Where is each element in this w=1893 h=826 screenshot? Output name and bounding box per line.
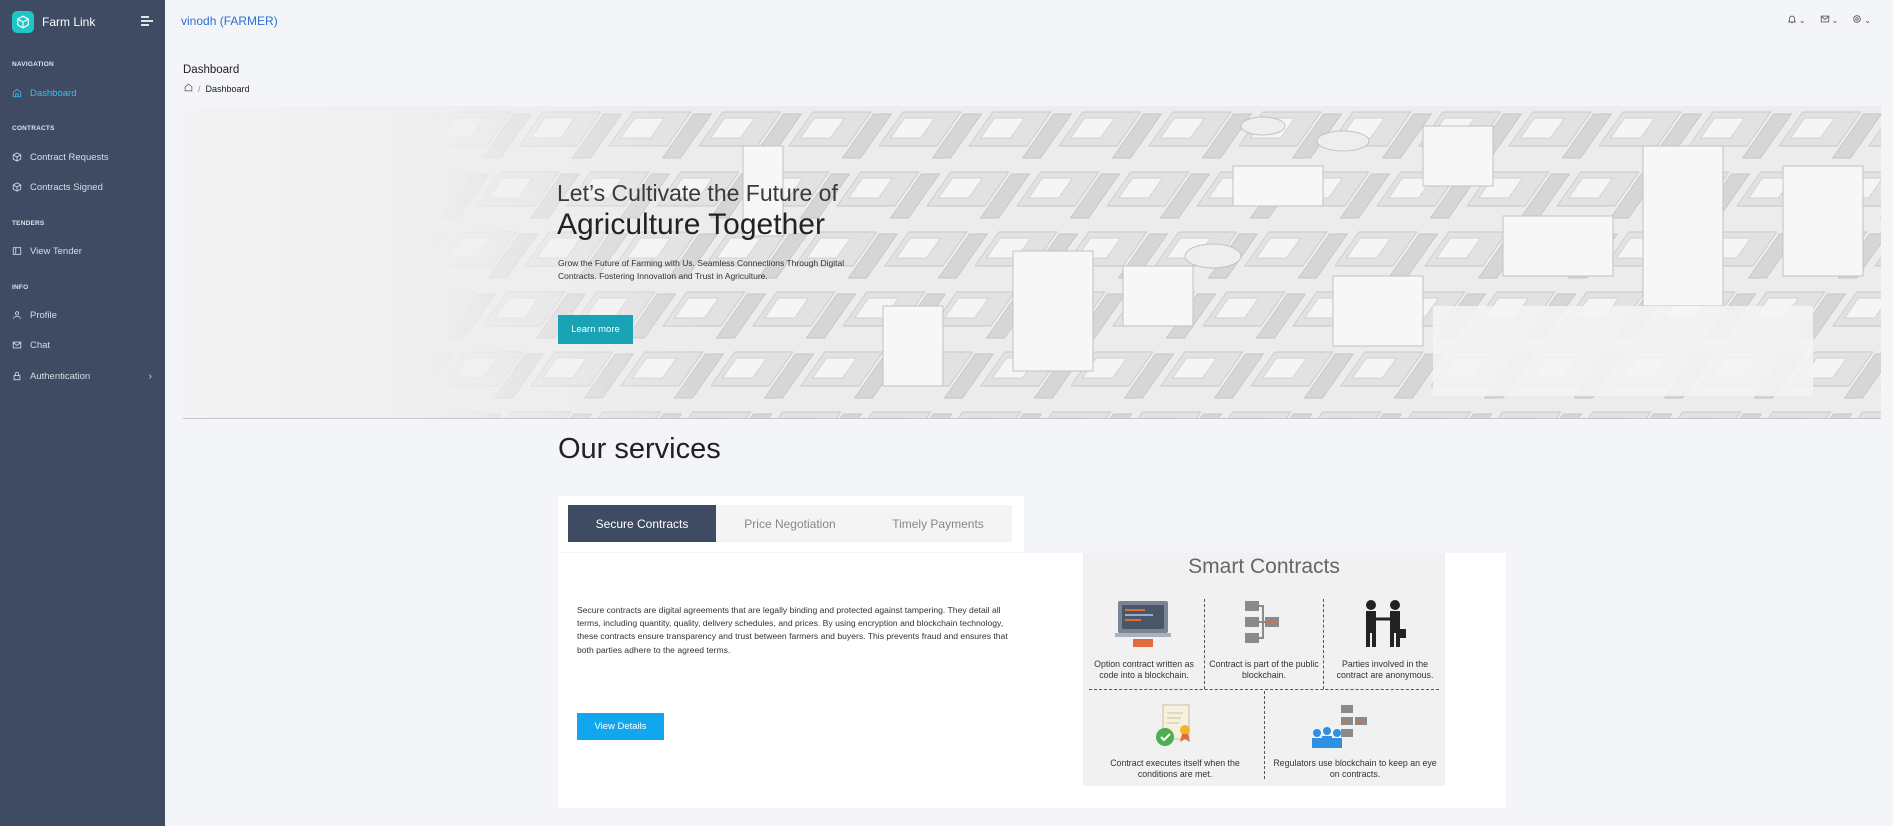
nav-caption-tenders: TENDERS xyxy=(12,220,45,227)
regulators-blockchain-icon xyxy=(1312,705,1367,748)
chevron-right-icon: › xyxy=(148,370,152,382)
sidebar-item-label: Contract Requests xyxy=(30,151,109,163)
sidebar-item-label: View Tender xyxy=(30,245,82,257)
chevron-down-icon: ⌄ xyxy=(1831,15,1839,25)
services-title: Our services xyxy=(558,433,721,465)
view-details-button[interactable]: View Details xyxy=(577,713,664,740)
certificate-check-icon xyxy=(1156,704,1190,746)
divider xyxy=(1323,599,1324,689)
handshake-people-icon xyxy=(1366,600,1406,647)
chevron-down-icon: ⌄ xyxy=(1798,15,1806,25)
learn-more-button[interactable]: Learn more xyxy=(558,315,633,344)
settings-icon xyxy=(1852,14,1862,26)
caption-self-executes: Contract executes itself when the condit… xyxy=(1110,758,1240,779)
nav-caption-contracts: CONTRACTS xyxy=(12,125,55,132)
brand-name: Farm Link xyxy=(42,15,96,29)
sidebar-item-dashboard[interactable]: Dashboard xyxy=(12,85,154,101)
services-tabs: Secure Contracts Price Negotiation Timel… xyxy=(558,496,1024,552)
hero-title: Agriculture Together xyxy=(557,208,825,241)
laptop-code-icon xyxy=(1115,601,1171,647)
sidebar-item-label: Contracts Signed xyxy=(30,181,103,193)
page-title: Dashboard xyxy=(183,64,240,76)
package-icon xyxy=(12,182,22,192)
sidebar-item-label: Chat xyxy=(30,339,51,351)
caption-code: Option contract written as code into a b… xyxy=(1094,659,1194,680)
divider xyxy=(1204,599,1205,689)
caption-anonymous: Parties involved in the contract are ano… xyxy=(1336,659,1434,680)
tab-timely-payments[interactable]: Timely Payments xyxy=(864,505,1012,542)
mail-icon xyxy=(1820,14,1830,26)
sidebar-item-view-tender[interactable]: View Tender xyxy=(12,243,154,259)
infographic-title: Smart Contracts xyxy=(1188,555,1340,578)
hero-subtitle: Let’s Cultivate the Future of xyxy=(557,180,838,206)
tab-price-negotiation[interactable]: Price Negotiation xyxy=(716,505,864,542)
sidebar-item-chat[interactable]: Chat xyxy=(12,337,154,353)
top-icons: ⌄ ⌄ ⌄ xyxy=(1787,14,1871,26)
breadcrumb: / Dashboard xyxy=(184,83,250,94)
menu-toggle-icon[interactable] xyxy=(141,16,153,26)
sidebar: Farm Link NAVIGATION Dashboard CONTRACTS… xyxy=(0,0,165,826)
smart-contracts-infographic: Smart Contracts Option contract written … xyxy=(1083,553,1445,786)
hero-description: Grow the Future of Farming with Us. Seam… xyxy=(558,258,845,281)
box-logo-icon xyxy=(12,11,34,33)
columns-icon xyxy=(12,246,22,256)
sidebar-item-contracts-signed[interactable]: Contracts Signed xyxy=(12,179,154,195)
sidebar-item-contract-requests[interactable]: Contract Requests xyxy=(12,149,154,165)
package-icon xyxy=(12,152,22,162)
user-icon xyxy=(12,310,22,320)
divider xyxy=(1264,691,1265,779)
chevron-down-icon: ⌄ xyxy=(1864,15,1871,25)
breadcrumb-separator: / xyxy=(198,83,201,94)
sidebar-item-label: Profile xyxy=(30,309,57,321)
caption-public-blockchain: Contract is part of the public blockchai… xyxy=(1209,659,1319,680)
messages-dropdown[interactable]: ⌄ xyxy=(1820,14,1839,26)
sidebar-item-label: Authentication xyxy=(30,370,91,382)
brand[interactable]: Farm Link xyxy=(12,10,95,34)
nav-caption-info: INFO xyxy=(12,284,29,291)
hero-banner: Let’s Cultivate the Future of Agricultur… xyxy=(183,106,1881,419)
settings-dropdown[interactable]: ⌄ xyxy=(1852,14,1871,26)
caption-regulators: Regulators use blockchain to keep an eye… xyxy=(1273,758,1437,779)
mail-icon xyxy=(12,340,22,350)
lock-icon xyxy=(12,371,22,381)
divider xyxy=(1089,689,1439,690)
nav-caption-navigation: NAVIGATION xyxy=(12,61,54,68)
blockchain-icon xyxy=(1245,601,1279,643)
user-name[interactable]: vinodh (FARMER) xyxy=(181,14,278,28)
notifications-dropdown[interactable]: ⌄ xyxy=(1787,14,1806,26)
bell-icon xyxy=(1787,14,1797,26)
tab-secure-contracts[interactable]: Secure Contracts xyxy=(568,505,716,542)
home-icon[interactable] xyxy=(184,83,193,94)
sidebar-item-profile[interactable]: Profile xyxy=(12,307,154,323)
home-icon xyxy=(12,88,22,98)
topbar: vinodh (FARMER) ⌄ ⌄ ⌄ xyxy=(165,0,1893,40)
sidebar-item-label: Dashboard xyxy=(30,87,77,99)
sidebar-item-authentication[interactable]: Authentication › xyxy=(12,368,154,384)
service-description: Secure contracts are digital agreements … xyxy=(577,605,1008,655)
breadcrumb-current: Dashboard xyxy=(205,83,250,94)
